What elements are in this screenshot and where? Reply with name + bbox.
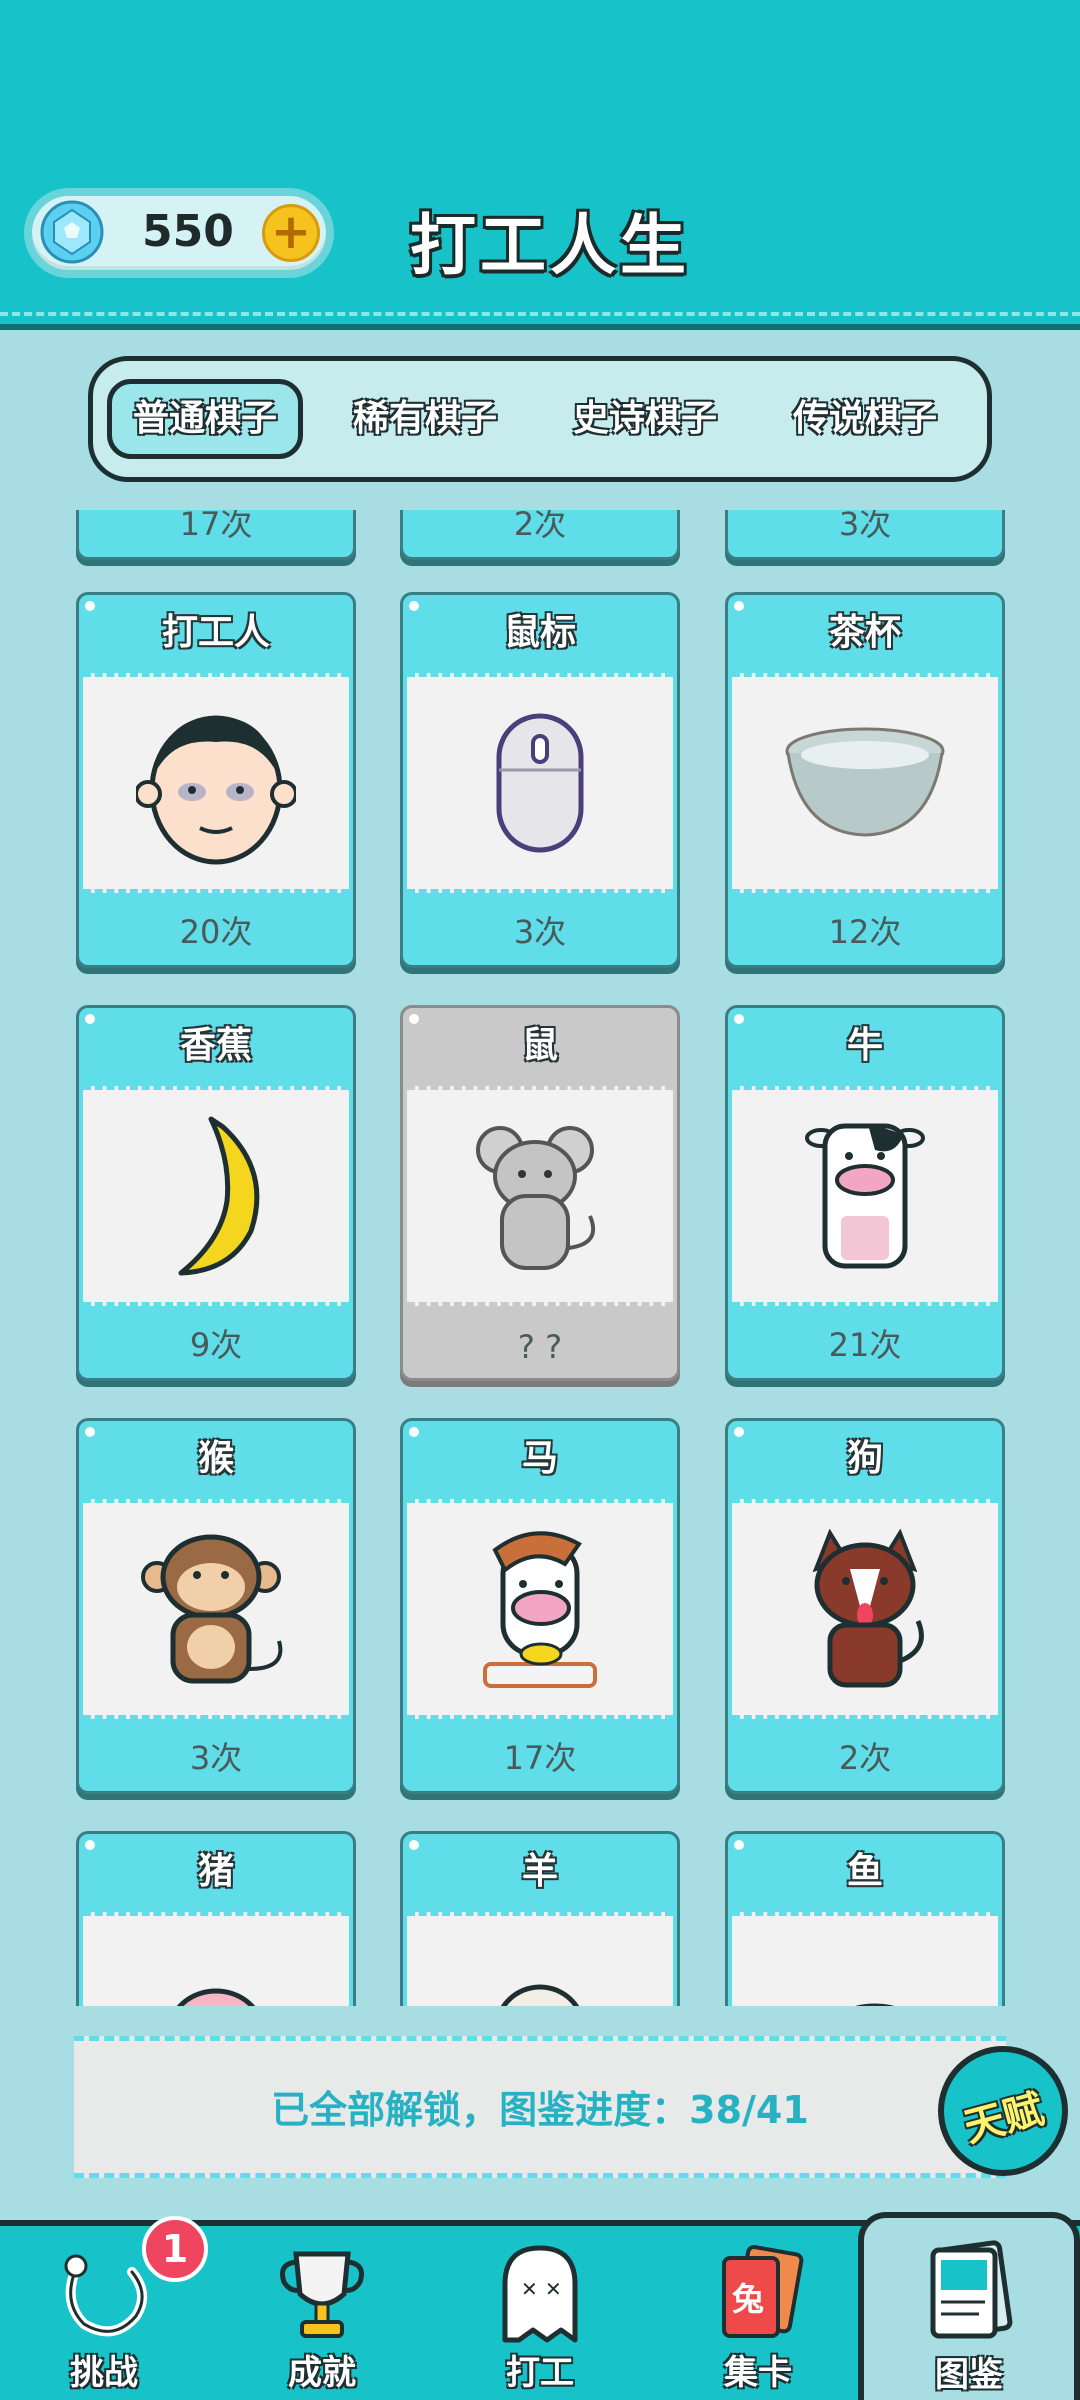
card-count: 9次 <box>189 1326 243 1364</box>
nav-cards[interactable]: 兔 集卡 <box>668 2226 848 2400</box>
nav-work[interactable]: ✕ ✕ 打工 <box>450 2226 630 2400</box>
card-count: 21次 <box>828 1326 902 1364</box>
card-name: 鱼 <box>846 1851 883 1892</box>
card-name: 牛 <box>846 1025 883 1066</box>
tea-bowl-icon <box>785 727 945 837</box>
top-header: 550 + 打工人生 <box>0 0 1080 330</box>
card-count: 17次 <box>503 1739 577 1777</box>
svg-text:✕: ✕ <box>521 2277 538 2301</box>
header-divider <box>0 312 1080 316</box>
card-name: 羊 <box>521 1851 558 1892</box>
pig-icon <box>176 1988 256 2006</box>
card-name: 茶杯 <box>828 612 901 653</box>
horse-icon <box>483 1531 597 1688</box>
gem-counter[interactable]: 550 + <box>24 188 334 278</box>
card-mouse[interactable]: 鼠标 3次 <box>400 592 680 968</box>
card-count: 3次 <box>513 913 567 951</box>
card-monkey[interactable]: 猴 3次 <box>76 1418 356 1794</box>
svg-text:兔: 兔 <box>732 2280 764 2318</box>
card-cow[interactable]: 牛 21次 <box>725 1005 1005 1381</box>
gem-count: 550 <box>142 206 234 257</box>
mouse-device-icon <box>496 713 584 853</box>
diamond-icon <box>40 200 104 264</box>
card-count: 3次 <box>189 1739 243 1777</box>
ghost-icon: ✕ ✕ <box>502 2245 578 2343</box>
monkey-icon <box>141 1534 283 1684</box>
card-count: 2次 <box>838 1739 892 1777</box>
rarity-tabs: 普通棋子 稀有棋子 史诗棋子 传说棋子 <box>88 356 992 482</box>
book-icon <box>930 2240 1013 2339</box>
progress-text: 已全部解锁，图鉴进度：38/41 <box>271 2088 809 2132</box>
add-gems-button[interactable]: + <box>262 204 320 262</box>
card-count: 17次 <box>179 510 253 543</box>
tab-epic[interactable]: 史诗棋子 <box>547 379 743 459</box>
card-name: 马 <box>521 1438 558 1479</box>
fish-icon <box>855 2003 895 2006</box>
card-name: 鼠 <box>521 1025 558 1066</box>
card-rat-locked[interactable]: 鼠 ? ? <box>400 1005 680 1381</box>
card-name: 鼠标 <box>503 612 576 653</box>
card-count: 3次 <box>838 510 892 543</box>
card-name: 狗 <box>846 1438 883 1479</box>
card-pack-icon: 兔 <box>722 2245 804 2338</box>
card-worker[interactable]: 打工人 20次 <box>76 592 356 968</box>
card-horse[interactable]: 马 17次 <box>400 1418 680 1794</box>
card-banana[interactable]: 香蕉 9次 <box>76 1005 356 1381</box>
tab-common[interactable]: 普通棋子 <box>107 379 303 459</box>
card-name: 打工人 <box>161 612 270 653</box>
page-title: 打工人生 <box>410 207 690 284</box>
nav-challenge[interactable]: 1 挑战 <box>14 2216 208 2400</box>
challenge-badge: 1 <box>142 2216 208 2282</box>
bottom-nav: 1 挑战 成就 ✕ ✕ 打工 兔 集卡 图鉴 <box>0 2212 1080 2400</box>
collection-progress: 已全部解锁，图鉴进度：38/41 <box>74 2036 1006 2178</box>
challenge-icon <box>64 2254 147 2337</box>
card-sheep[interactable]: 羊 <box>400 1831 680 2006</box>
card-dog[interactable]: 狗 2次 <box>725 1418 1005 1794</box>
trophy-icon <box>280 2251 364 2338</box>
tab-rare[interactable]: 稀有棋子 <box>327 379 523 459</box>
card-pig[interactable]: 猪 <box>76 1831 356 2006</box>
card[interactable]: 17次 <box>76 510 356 560</box>
card-teacup[interactable]: 茶杯 12次 <box>725 592 1005 968</box>
cow-icon <box>805 1123 925 1269</box>
rat-icon <box>476 1126 596 1270</box>
card-name: 香蕉 <box>179 1025 252 1066</box>
card-count: 20次 <box>179 913 253 951</box>
dog-icon <box>812 1529 924 1688</box>
card-fish[interactable]: 鱼 <box>725 1831 1005 2006</box>
collection-grid: 17次 2次 3次 打工人 20次 鼠标 3次 茶杯 12次 香蕉 9次 鼠 ?… <box>0 510 1080 2006</box>
card[interactable]: 3次 <box>725 510 1005 560</box>
tab-legendary[interactable]: 传说棋子 <box>767 379 963 459</box>
card-count: ? ? <box>517 1328 563 1366</box>
banana-icon <box>178 1116 260 1276</box>
sheep-icon <box>500 1984 580 2006</box>
card-count: 2次 <box>513 510 567 543</box>
card-name: 猴 <box>197 1438 234 1479</box>
card[interactable]: 2次 <box>400 510 680 560</box>
card-count: 12次 <box>828 913 902 951</box>
nav-achievement[interactable]: 成就 <box>232 2226 412 2400</box>
talent-button[interactable]: 天赋 <box>938 2046 1068 2176</box>
worker-face-icon <box>136 715 296 865</box>
svg-text:✕: ✕ <box>545 2277 562 2301</box>
card-name: 猪 <box>197 1851 234 1892</box>
nav-collection[interactable]: 图鉴 <box>858 2212 1080 2400</box>
